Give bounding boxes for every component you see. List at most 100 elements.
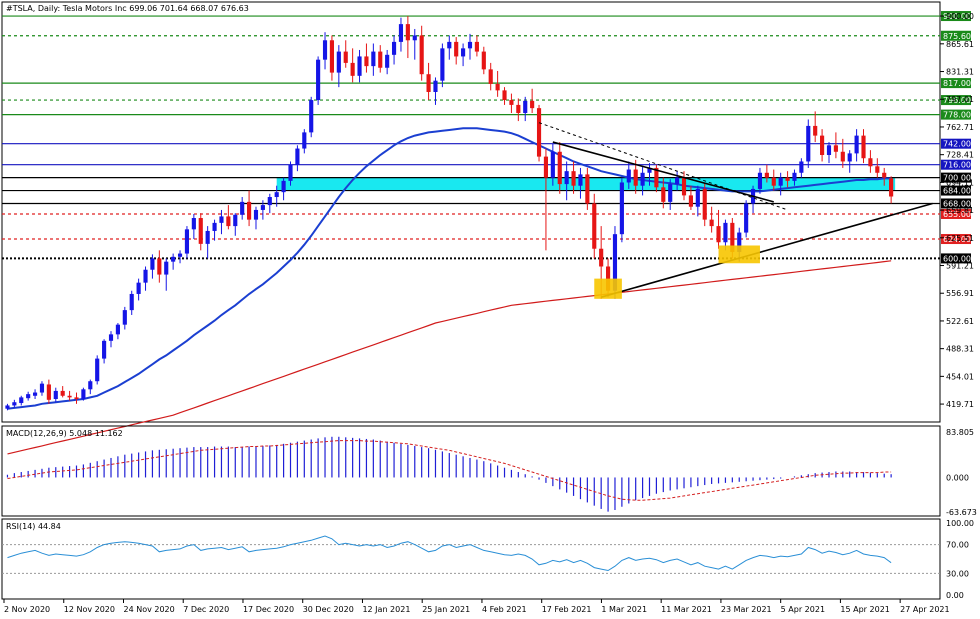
candle-body [350, 62, 355, 76]
price-tick-label: 694.11 [946, 178, 974, 187]
candle-body [53, 390, 58, 399]
candle-body [543, 156, 549, 178]
candle-body [95, 358, 100, 382]
candle-body [854, 135, 859, 154]
candle-body [467, 41, 473, 49]
candle-body [171, 256, 176, 262]
time-tick-label: 23 Mar 2021 [721, 605, 772, 614]
candle-body [820, 135, 825, 156]
candle-body [640, 172, 645, 186]
candle [744, 200, 749, 238]
candle-body [67, 395, 72, 398]
candle-body [391, 41, 397, 55]
candle-body [247, 201, 252, 220]
candle-body [184, 229, 190, 254]
candle-body [688, 195, 693, 207]
candle-body [281, 180, 286, 193]
macd-tick-label: 83.805 [946, 428, 974, 437]
level-label: 742.00 [943, 140, 971, 149]
time-tick-label: 27 Apr 2021 [900, 605, 949, 614]
candle [309, 96, 314, 138]
candle-body [364, 56, 369, 67]
candle-body [792, 172, 797, 181]
candle-body [633, 169, 638, 186]
candle-body [764, 172, 769, 178]
time-tick-label: 1 Mar 2021 [601, 605, 647, 614]
candle-body [191, 218, 196, 230]
candle-body [102, 340, 107, 359]
time-tick-label: 17 Feb 2021 [542, 605, 592, 614]
candle-body [716, 226, 721, 243]
candle-body [833, 145, 838, 152]
candle-body [157, 258, 162, 275]
candle-body [177, 253, 183, 257]
candle-body [46, 384, 51, 400]
level-label: 817.00 [943, 79, 971, 88]
candle-body [619, 182, 624, 235]
candle-body [336, 51, 341, 73]
candle-body [771, 177, 776, 186]
price-tick-label: 762.71 [946, 123, 974, 132]
price-tick-label: 522.61 [946, 317, 974, 326]
candle-body [240, 201, 245, 215]
candle-body [260, 205, 265, 210]
candle [619, 177, 624, 243]
candle-body [502, 90, 507, 101]
candle-body [626, 169, 631, 183]
candle-body [81, 389, 86, 399]
candle-body [405, 24, 410, 41]
price-tick-label: 556.91 [946, 289, 974, 298]
candle-body [12, 402, 17, 406]
candle-body [675, 177, 680, 185]
candle-body [371, 51, 376, 67]
rsi-tick-label: 30.00 [946, 569, 969, 578]
level-label: 778.00 [943, 111, 971, 120]
candle-body [599, 248, 604, 267]
time-tick-label: 25 Jan 2021 [422, 605, 470, 614]
price-tick-label: 591.21 [946, 262, 974, 271]
candle-body [481, 51, 486, 70]
macd-header: MACD(12,26,9) 5.048 11.162 [6, 429, 123, 438]
candle-body [60, 390, 65, 396]
candle-body [495, 83, 500, 91]
candle-body [343, 51, 348, 63]
candle-body [164, 261, 169, 275]
price-tick-label: 831.31 [946, 68, 974, 77]
candle-body [488, 69, 493, 84]
candle-body [267, 197, 272, 206]
candle-body [205, 230, 210, 244]
candle-body [454, 41, 459, 57]
time-tick-label: 11 Mar 2021 [661, 605, 712, 614]
time-tick-label: 5 Apr 2021 [781, 605, 825, 614]
highlight-box [718, 245, 760, 264]
candle-body [516, 104, 521, 113]
candle-body [806, 125, 811, 162]
candle-body [129, 293, 134, 311]
candle-body [785, 177, 790, 181]
candle-body [723, 222, 728, 243]
candle-body [122, 310, 127, 325]
candle-body [875, 166, 880, 173]
candle-body [447, 41, 452, 49]
candle-body [274, 192, 279, 198]
candle [592, 193, 597, 259]
candle-body [136, 282, 141, 294]
candle-body [530, 100, 535, 109]
rsi-tick-label: 100.00 [946, 519, 974, 528]
time-tick-label: 12 Nov 2020 [64, 605, 115, 614]
price-tick-label: 419.71 [946, 400, 974, 409]
candle-body [143, 269, 148, 283]
candle-body [440, 48, 445, 81]
candle-body [219, 216, 224, 223]
chart-window: 900.00 875.60 817.00 796.00 778.00 742.00 716.… [0, 0, 980, 619]
rsi-tick-label: 70.00 [946, 541, 969, 550]
candle-body [868, 158, 873, 167]
candle-body [536, 108, 542, 157]
price-tick-label: 797.01 [946, 95, 974, 104]
candle-body [681, 177, 687, 196]
time-tick-label: 15 Apr 2021 [840, 605, 889, 614]
candle-body [357, 56, 362, 76]
time-tick-label: 24 Nov 2020 [123, 605, 174, 614]
candle [184, 226, 190, 259]
candle-body [578, 174, 583, 186]
